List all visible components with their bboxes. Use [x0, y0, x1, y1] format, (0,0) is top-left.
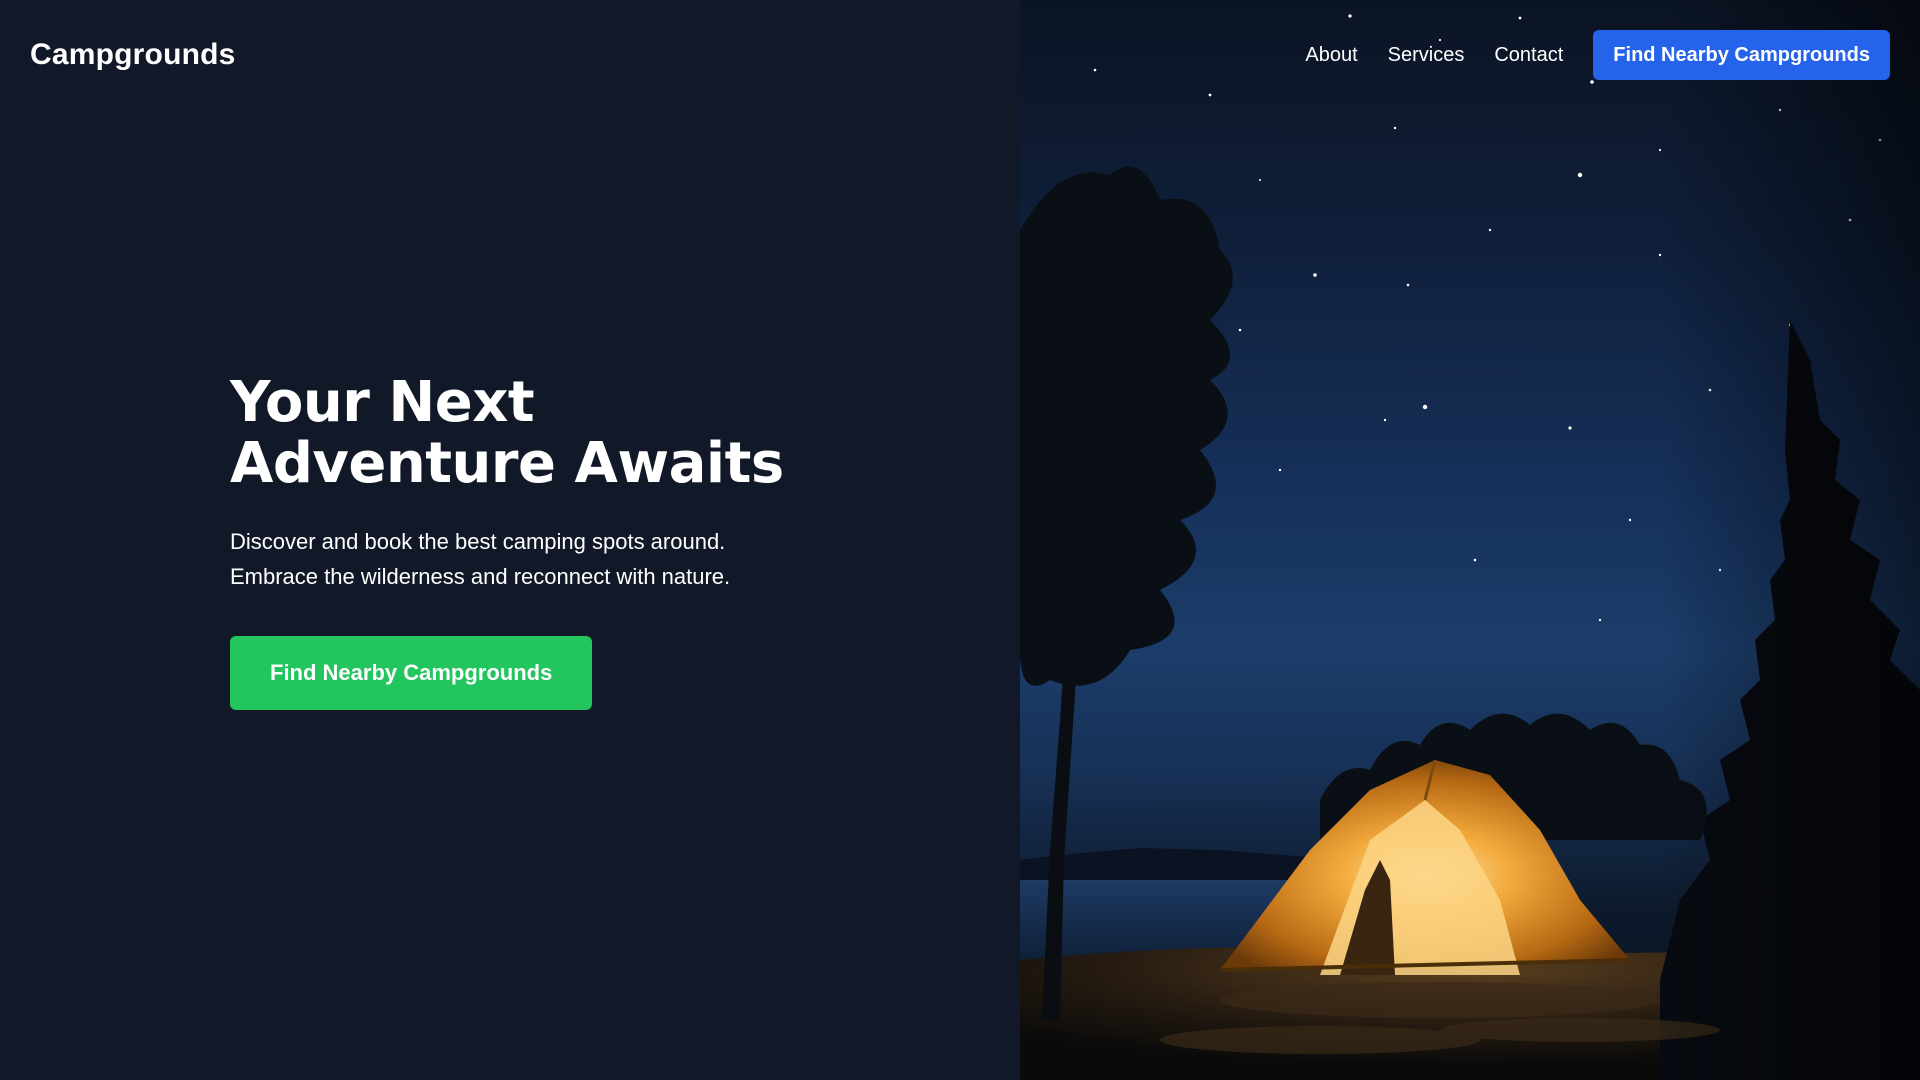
site-logo[interactable]: Campgrounds — [30, 38, 236, 72]
hero-title-line2: Adventure Awaits — [230, 431, 784, 496]
nav-link-contact[interactable]: Contact — [1494, 44, 1563, 67]
landing-page: Campgrounds About Services Contact Find … — [0, 0, 1920, 1080]
hero-title: Your Next Adventure Awaits — [230, 372, 850, 494]
hero-subtitle-line2: Embrace the wilderness and reconnect wit… — [230, 564, 731, 589]
header-find-campgrounds-button[interactable]: Find Nearby Campgrounds — [1593, 30, 1890, 80]
hero-subtitle: Discover and book the best camping spots… — [230, 524, 790, 594]
image-shade — [1660, 0, 1920, 1080]
main-nav: About Services Contact Find Nearby Campg… — [1305, 30, 1890, 80]
nav-link-services[interactable]: Services — [1388, 44, 1465, 67]
left-tree — [1020, 166, 1233, 686]
hero-content: Your Next Adventure Awaits Discover and … — [230, 372, 850, 710]
hero-title-line1: Your Next — [230, 370, 535, 435]
hero-find-campgrounds-button[interactable]: Find Nearby Campgrounds — [230, 636, 593, 710]
nav-link-about[interactable]: About — [1305, 44, 1357, 67]
hero-subtitle-line1: Discover and book the best camping spots… — [230, 529, 726, 554]
hero-image — [1020, 0, 1920, 1080]
